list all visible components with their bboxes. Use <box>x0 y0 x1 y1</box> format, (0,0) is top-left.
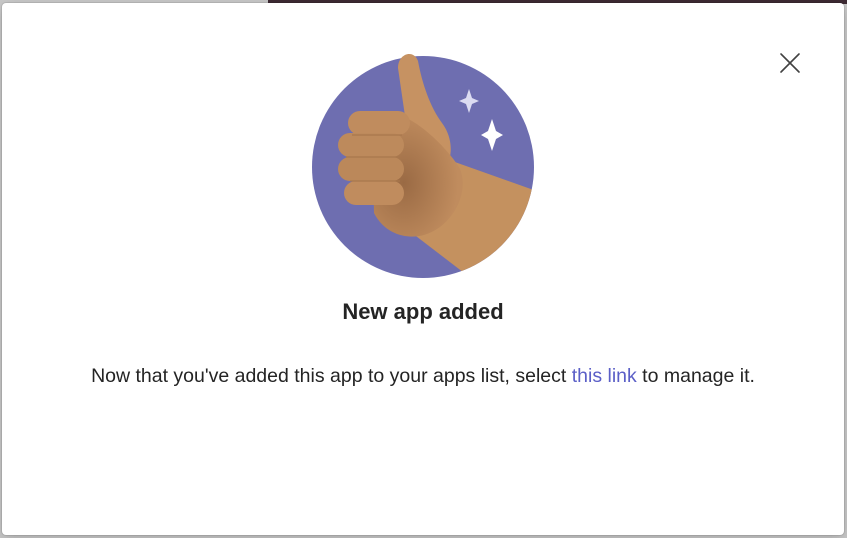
message-text-before: Now that you've added this app to your a… <box>91 365 572 387</box>
close-icon <box>780 53 800 73</box>
thumbs-up-icon <box>312 53 534 278</box>
app-added-dialog: New app added Now that you've added this… <box>2 3 844 535</box>
dialog-message: Now that you've added this app to your a… <box>2 365 844 388</box>
dialog-title: New app added <box>342 299 504 324</box>
manage-app-link[interactable]: this link <box>572 365 637 387</box>
close-button[interactable] <box>774 47 806 79</box>
message-text-after: to manage it. <box>636 365 755 387</box>
